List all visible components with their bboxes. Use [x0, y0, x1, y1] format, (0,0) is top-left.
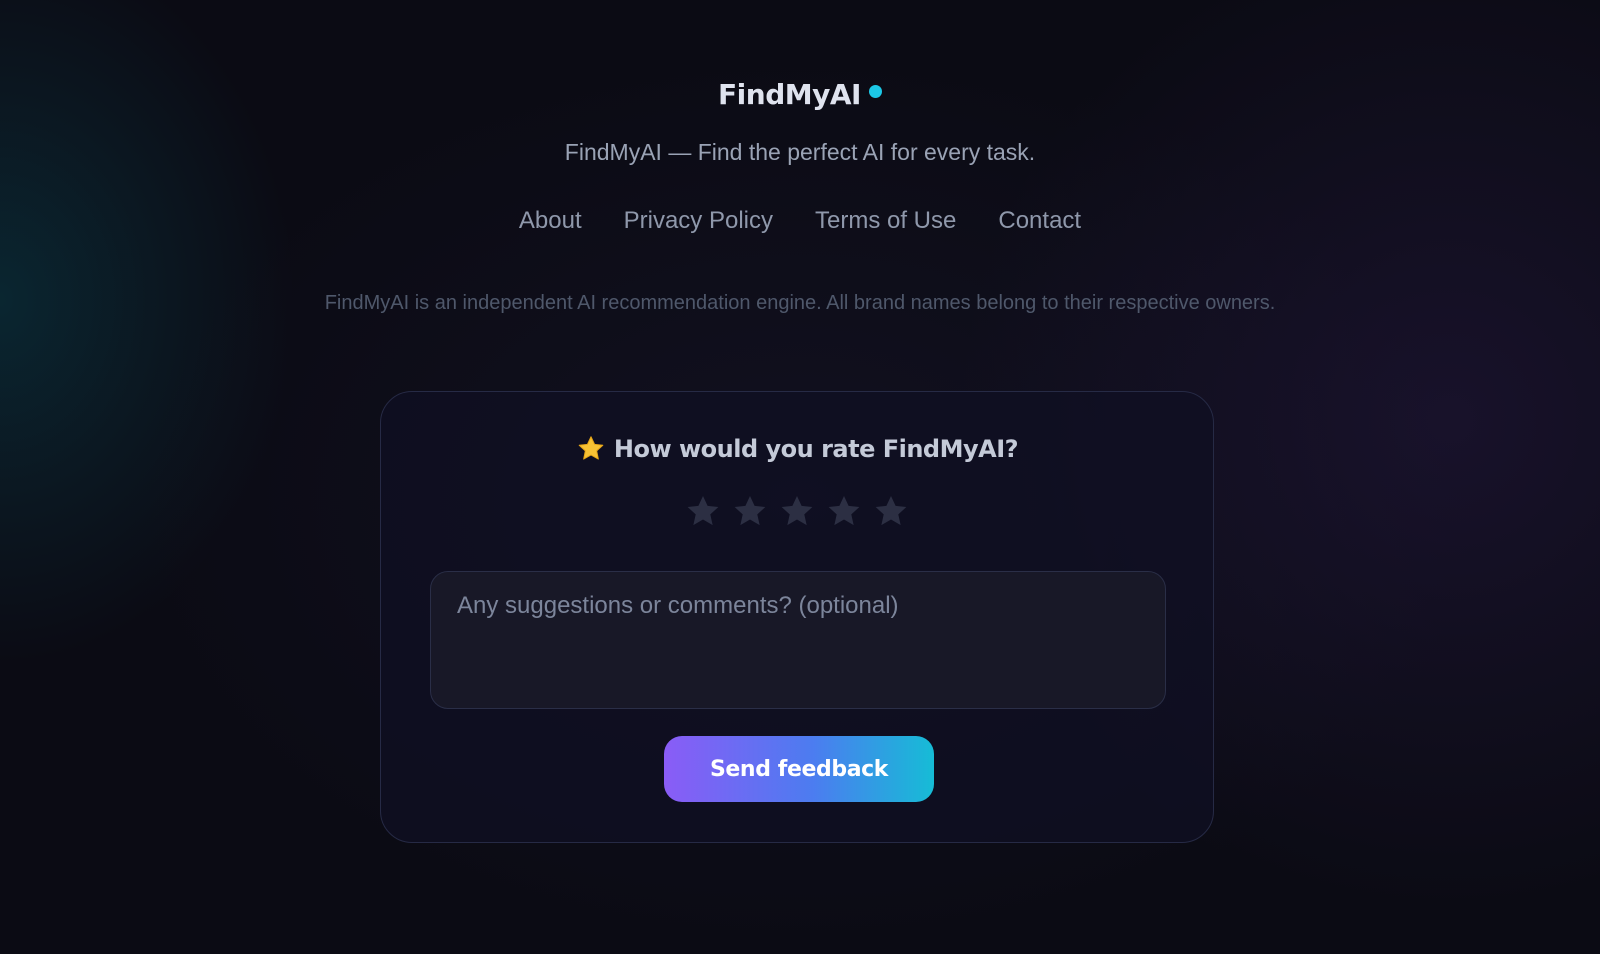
disclaimer-text: FindMyAI is an independent AI recommenda… — [324, 292, 1276, 314]
send-feedback-button[interactable]: Send feedback — [664, 736, 934, 802]
nav-link-about[interactable]: About — [519, 207, 582, 235]
comment-textarea[interactable] — [430, 571, 1166, 709]
site-header: FindMyAI — [0, 72, 1600, 116]
rating-star-3-icon[interactable] — [778, 492, 816, 530]
rating-star-4-icon[interactable] — [825, 492, 863, 530]
feedback-title-text: How would you rate FindMyAI? — [613, 435, 1019, 463]
feedback-title: How would you rate FindMyAI? — [381, 434, 1213, 464]
nav-link-terms-of-use[interactable]: Terms of Use — [815, 207, 956, 235]
rating-star-2-icon[interactable] — [731, 492, 769, 530]
brand-dot-icon — [868, 84, 882, 98]
brand-logo-text: FindMyAI — [718, 77, 861, 111]
feedback-card: How would you rate FindMyAI? Send feedba… — [380, 391, 1214, 843]
star-rating — [381, 492, 1213, 530]
star-emoji-icon — [576, 434, 606, 464]
rating-star-1-icon[interactable] — [684, 492, 722, 530]
footer-nav: About Privacy Policy Terms of Use Contac… — [0, 207, 1600, 235]
nav-link-privacy-policy[interactable]: Privacy Policy — [624, 207, 773, 235]
nav-link-contact[interactable]: Contact — [998, 207, 1081, 235]
rating-star-5-icon[interactable] — [872, 492, 910, 530]
tagline: FindMyAI — Find the perfect AI for every… — [564, 139, 1036, 165]
star-emoji-icon-graphic — [578, 436, 604, 460]
